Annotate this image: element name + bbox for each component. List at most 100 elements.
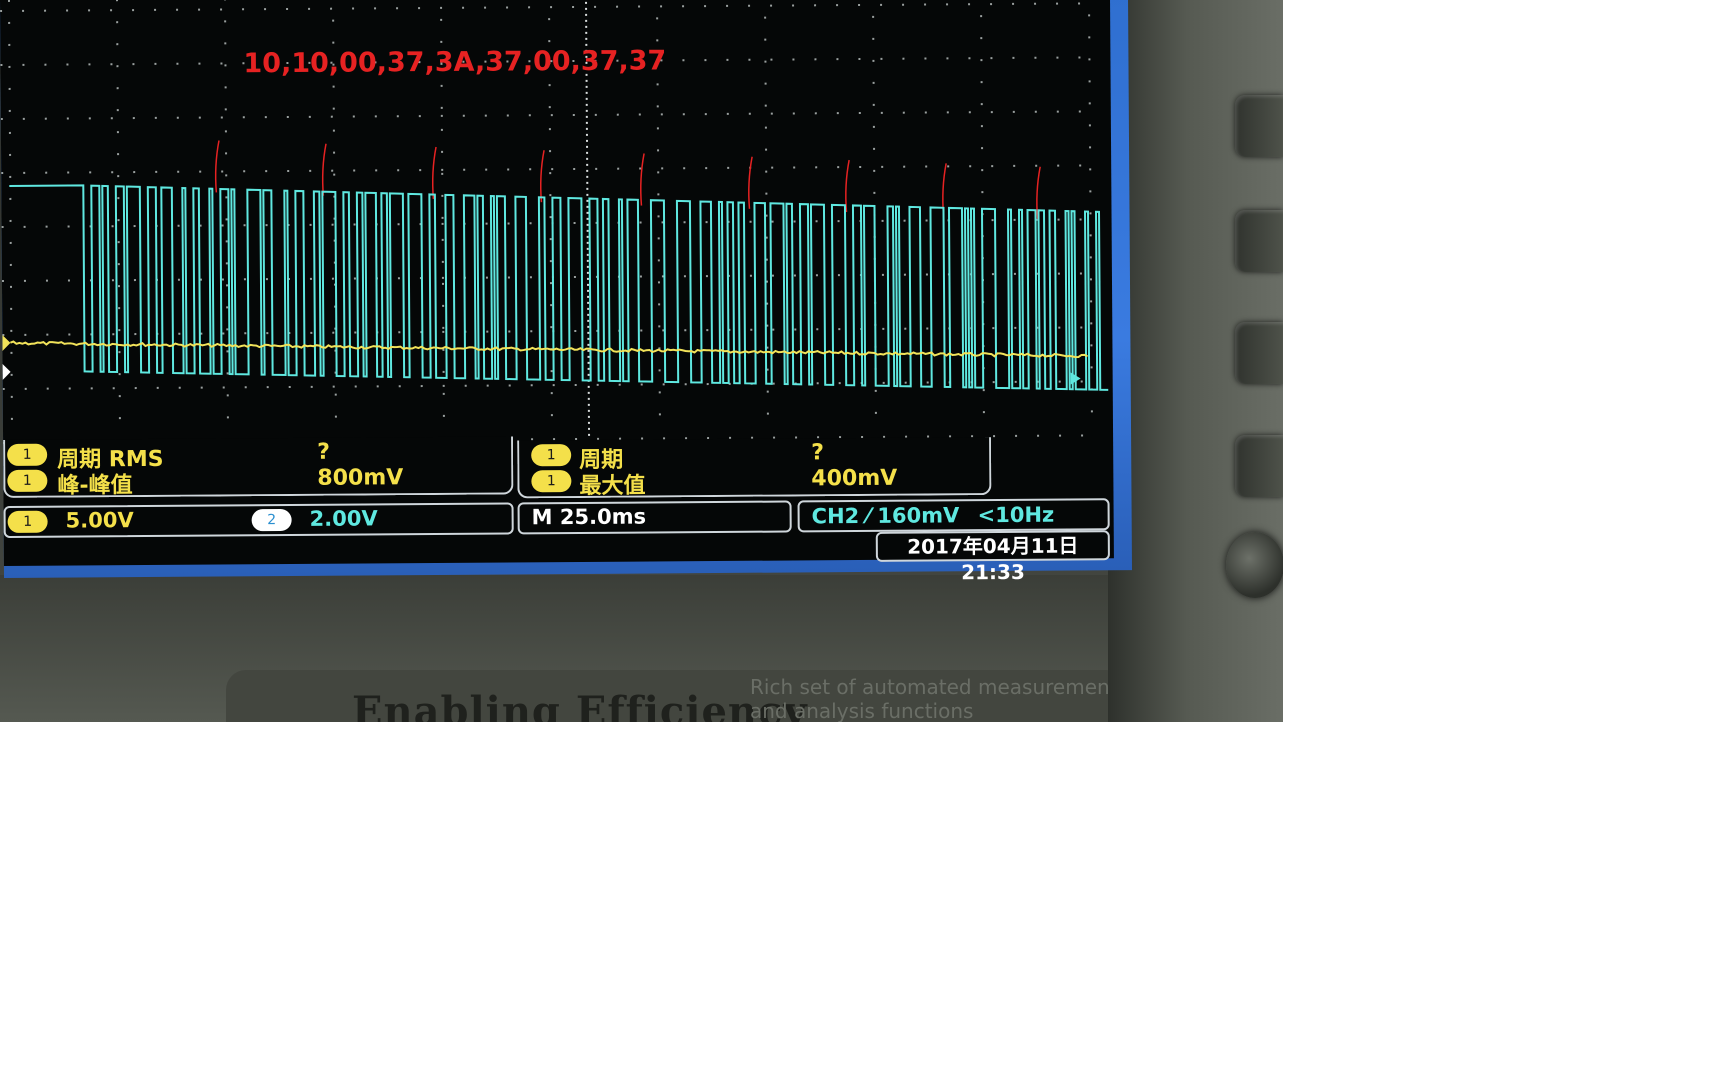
grid-dot <box>980 59 983 62</box>
grid-dot <box>1056 56 1059 59</box>
grid-dot <box>990 57 993 60</box>
menu-button-1[interactable] <box>1235 95 1283 157</box>
grid-dot <box>10 417 13 420</box>
grid-dot <box>980 125 983 128</box>
grid-dot <box>330 7 333 10</box>
grid-dot <box>764 16 767 19</box>
grid-dot <box>726 58 729 61</box>
grid-dot <box>594 113 597 116</box>
grid-dot <box>118 395 121 398</box>
grid-dot <box>486 330 489 333</box>
grid-dot <box>117 241 120 244</box>
grid-dot <box>792 4 795 7</box>
grid-dot <box>225 196 228 199</box>
grid-dot <box>442 326 445 329</box>
grid-dot <box>638 5 641 8</box>
slogan-text: Enabling Efficiency <box>352 688 808 722</box>
ch1-ground-marker <box>2 334 11 351</box>
grid-dot <box>662 383 665 386</box>
scope-display: 10,10,00,37,3A,37,00,37,37 1 周期 RMS ? 1 … <box>0 0 1114 584</box>
grid-dot <box>507 276 510 279</box>
grid-dot <box>23 279 26 282</box>
grid-dot <box>116 87 119 90</box>
ch1-scale: 5.00V <box>65 508 134 533</box>
grid-dot <box>639 221 642 224</box>
grid-dot <box>24 387 27 390</box>
grid-dot <box>89 171 92 174</box>
grid-dot <box>331 277 334 280</box>
grid-dot <box>420 385 423 388</box>
grid-dot <box>1058 380 1061 383</box>
measurement-row: 1 峰-峰值 800mV <box>5 465 511 499</box>
byte-marker <box>845 159 850 213</box>
grid-dot <box>0 63 3 66</box>
grid-dot <box>981 169 984 172</box>
grid-dot <box>658 369 661 372</box>
grid-dot <box>8 87 11 90</box>
grid-dot <box>419 169 422 172</box>
grid-dot <box>991 219 994 222</box>
grid-dot <box>441 172 444 175</box>
grid-dot <box>529 222 532 225</box>
grid-dot <box>441 216 444 219</box>
grid-dot <box>178 332 181 335</box>
grid-dot <box>1089 146 1092 149</box>
menu-button-4[interactable] <box>1235 435 1283 497</box>
grid-dot <box>926 327 929 330</box>
grid-dot <box>440 128 443 131</box>
grid-dot <box>1079 164 1082 167</box>
grid-dot <box>880 3 883 6</box>
grid-dot <box>981 191 984 194</box>
grid-dot <box>793 166 796 169</box>
grid-dot <box>155 170 158 173</box>
grid-dot <box>442 392 445 395</box>
grid-dot <box>440 18 443 21</box>
grid-dot <box>221 224 224 227</box>
grid-dot <box>859 165 862 169</box>
grid-dot <box>794 328 797 331</box>
grid-dot <box>1 171 4 174</box>
grid-dot <box>749 220 752 223</box>
grid-dot <box>333 151 336 154</box>
menu-button-3[interactable] <box>1235 322 1283 384</box>
grid-dot <box>8 109 11 112</box>
ch2-scale: 2.00V <box>309 506 378 531</box>
grid-dot <box>220 8 223 11</box>
grid-dot <box>872 125 875 128</box>
grid-dot <box>573 221 576 225</box>
grid-dot <box>858 111 861 115</box>
grid-dot <box>287 169 290 172</box>
grid-dot <box>1057 272 1060 275</box>
grid-dot <box>727 166 730 169</box>
trigger-level: CH2 ⁄ 160mV <box>811 503 960 529</box>
grid-dot <box>88 9 91 12</box>
grid-dot <box>872 103 875 106</box>
grid-dot <box>530 330 533 333</box>
grid-dot <box>638 113 641 116</box>
grid-dot <box>46 387 49 390</box>
grid-dot <box>310 385 313 388</box>
ch1-badge[interactable]: 1 <box>7 510 48 533</box>
grid-dot <box>616 5 619 8</box>
grid-dot <box>0 9 3 12</box>
grid-dot <box>946 3 949 6</box>
grid-dot <box>1012 2 1015 5</box>
grid-dot <box>858 3 861 7</box>
grid-dot <box>68 333 71 336</box>
grid-dot <box>330 115 333 118</box>
grid-dot <box>332 41 335 44</box>
grid-dot <box>265 224 268 227</box>
power-knob[interactable] <box>1226 532 1283 598</box>
grid-dot <box>882 327 885 330</box>
grid-dot <box>117 285 121 288</box>
grid-dot <box>793 274 796 277</box>
grid-dot <box>224 86 227 89</box>
grid-dot <box>46 333 49 336</box>
grid-dot <box>484 114 487 117</box>
grid-dot <box>925 165 928 168</box>
grid-dot <box>177 170 180 173</box>
grid-dot <box>982 411 985 414</box>
ch2-badge[interactable]: 2 <box>251 508 292 532</box>
menu-button-2[interactable] <box>1235 210 1283 272</box>
grid-dot <box>616 113 619 116</box>
